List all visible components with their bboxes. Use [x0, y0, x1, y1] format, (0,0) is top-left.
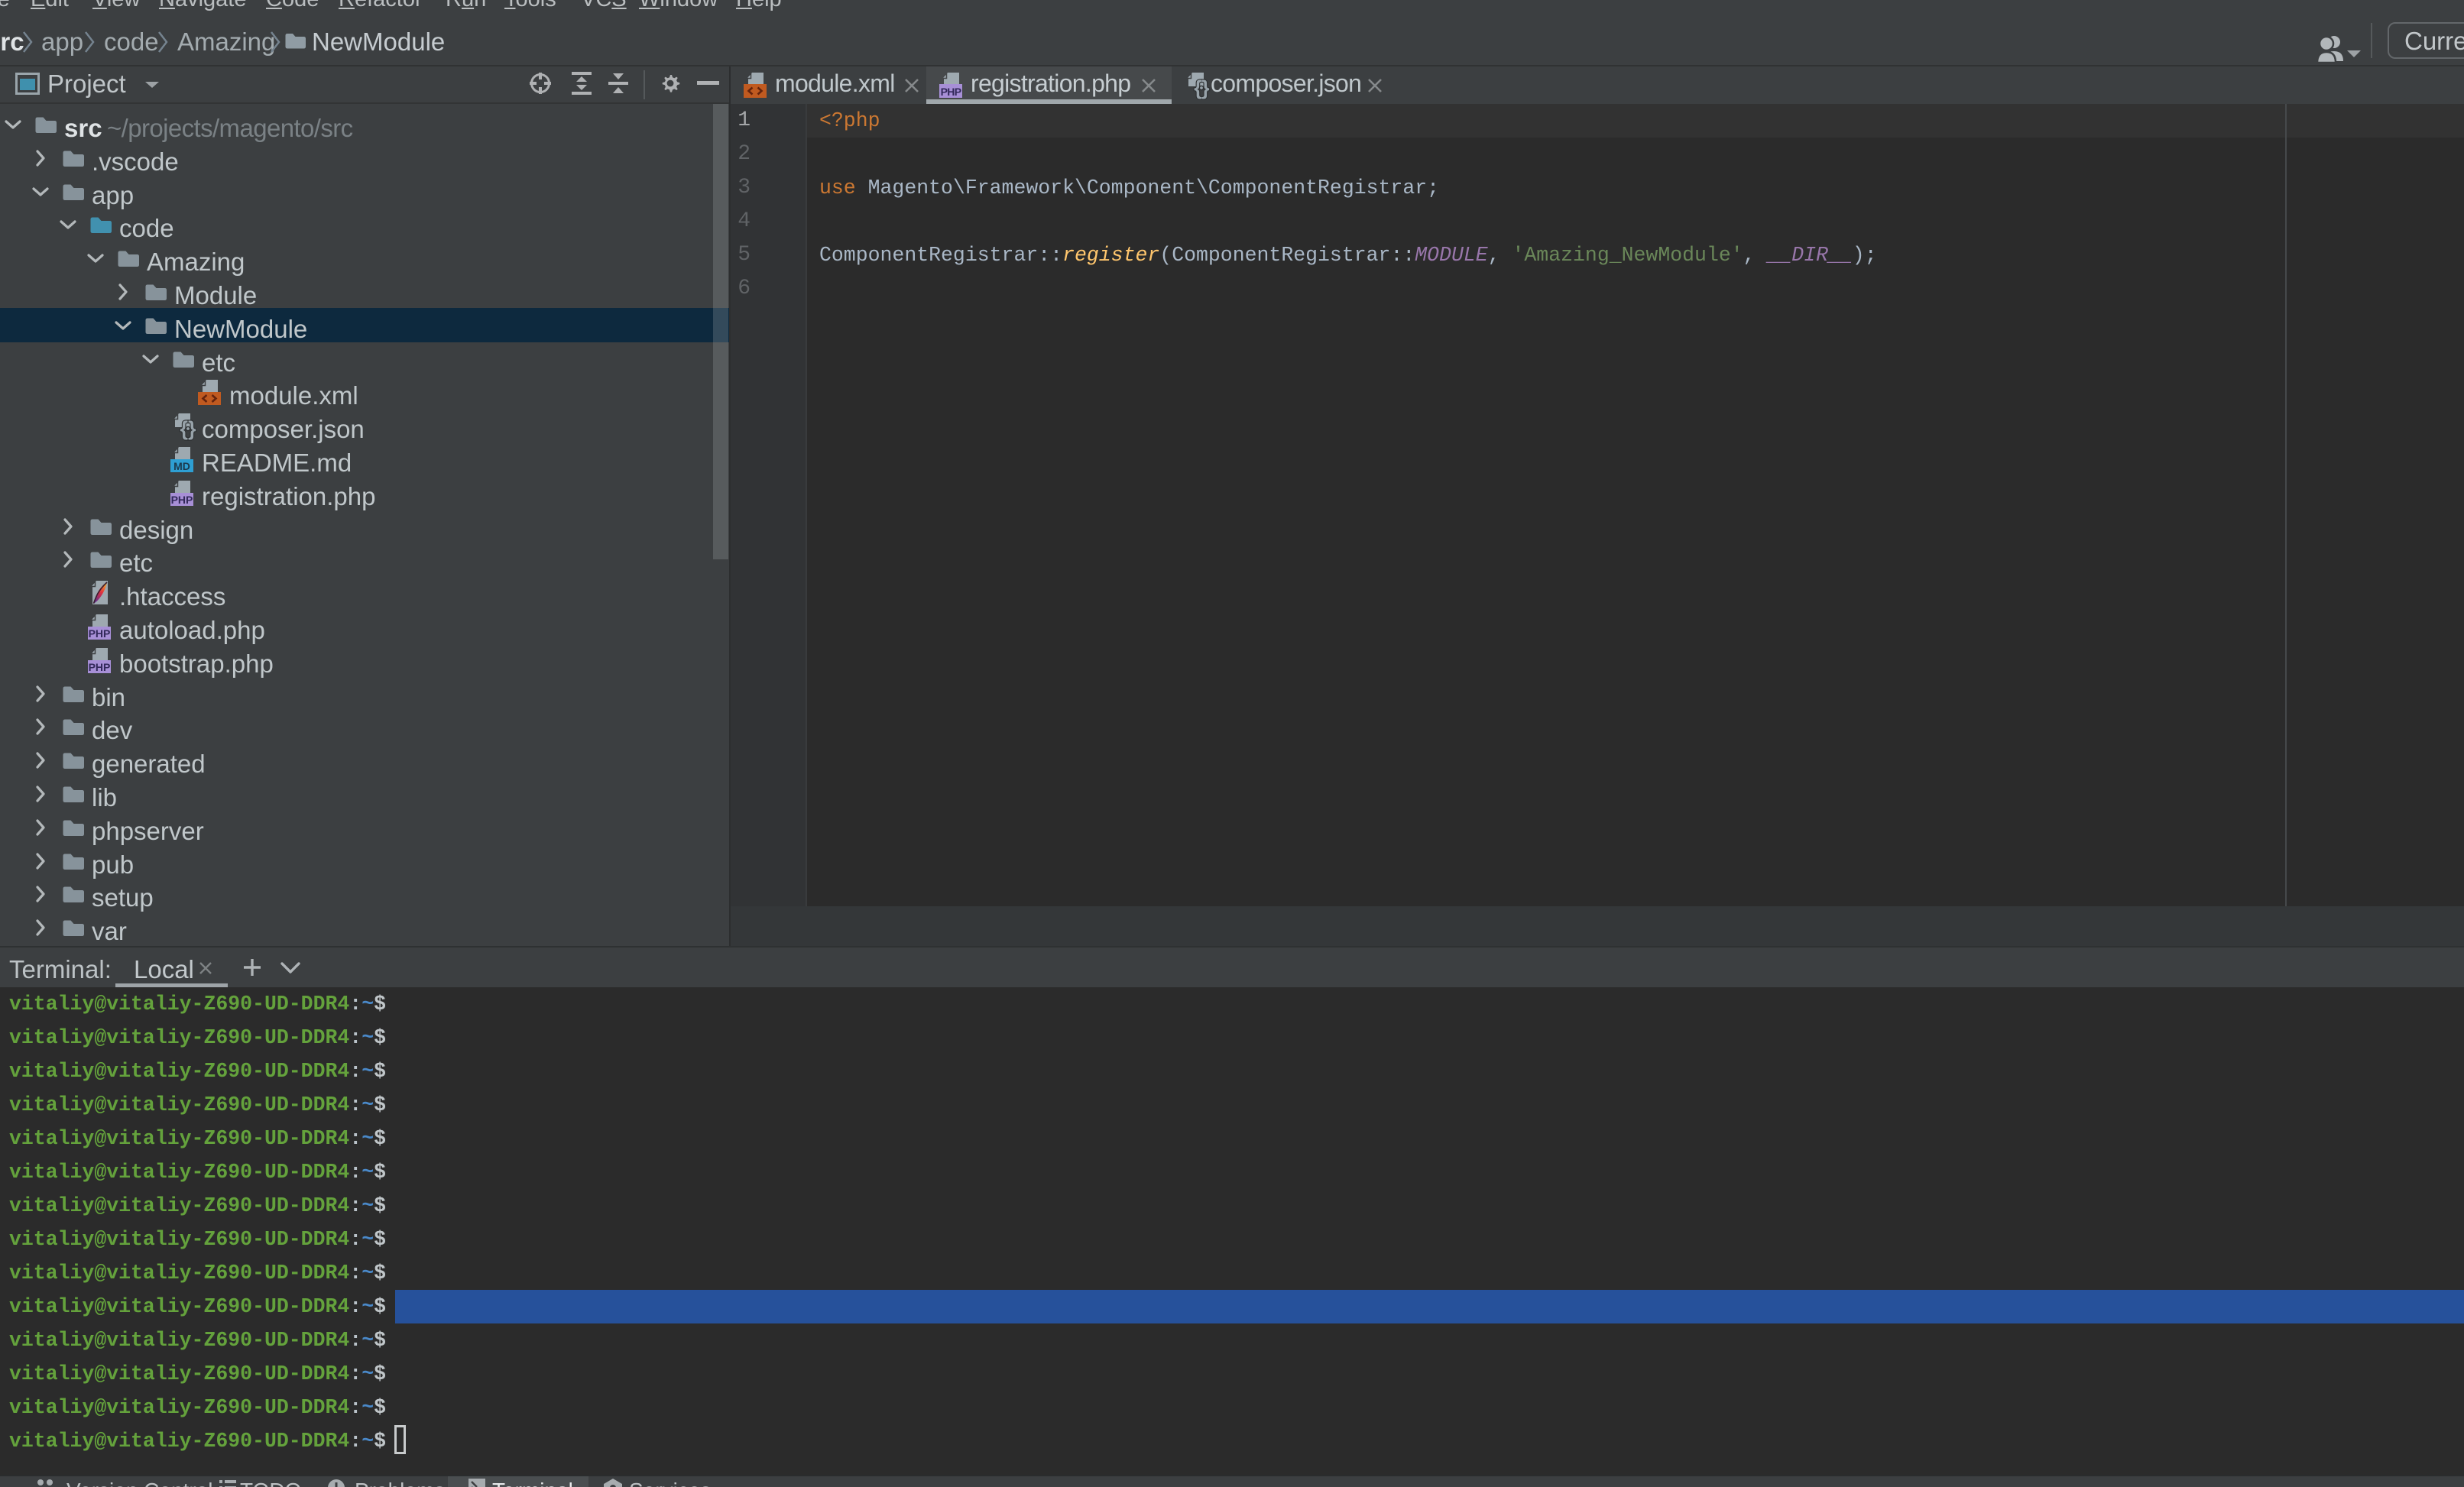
svg-text:PHP: PHP	[171, 494, 193, 506]
svg-text:PHP: PHP	[89, 661, 111, 673]
svg-text:PHP: PHP	[941, 86, 961, 98]
svg-text:PHP: PHP	[89, 627, 111, 640]
svg-text:MD: MD	[173, 460, 190, 472]
